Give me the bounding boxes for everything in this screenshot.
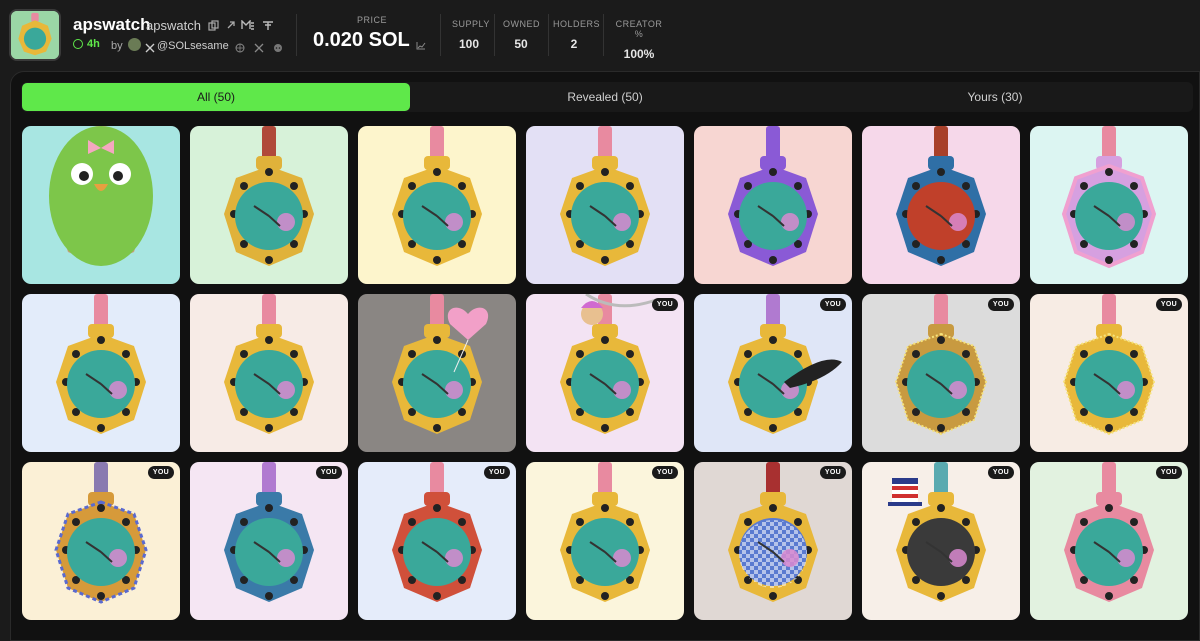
nft-card[interactable]: YOU: [190, 462, 348, 620]
nft-image: [22, 294, 180, 452]
age-value: 4h: [87, 38, 100, 50]
nft-card[interactable]: YOU: [1030, 294, 1188, 452]
nft-image: [862, 126, 1020, 284]
price-chart-icon[interactable]: [416, 37, 426, 50]
owned-badge: YOU: [483, 466, 510, 479]
nft-card[interactable]: YOU: [862, 294, 1020, 452]
owned-badge: YOU: [147, 466, 174, 479]
nft-card[interactable]: YOU: [862, 462, 1020, 620]
nft-card[interactable]: [862, 126, 1020, 284]
nft-image: [190, 126, 348, 284]
nft-card[interactable]: [190, 294, 348, 452]
stat-value: 2: [570, 37, 578, 51]
owned-badge: YOU: [819, 298, 846, 311]
nft-card[interactable]: YOU: [694, 462, 852, 620]
owned-badge: YOU: [651, 298, 678, 311]
nft-image: [694, 294, 852, 452]
stat-value: 50: [514, 37, 528, 51]
stat-label: CREATOR %: [615, 19, 663, 39]
stat-holders: HOLDERS 2: [553, 19, 601, 51]
nft-image: [358, 462, 516, 620]
stat-owned: OWNED 50: [503, 19, 540, 51]
magic-eden-icon[interactable]: [241, 18, 255, 32]
nft-card[interactable]: YOU: [526, 462, 684, 620]
collection-handle: apswatch: [146, 18, 201, 33]
stat-label: OWNED: [503, 19, 540, 29]
creator-avatar[interactable]: [128, 38, 141, 51]
nft-image: [526, 294, 684, 452]
nft-image: [1030, 294, 1188, 452]
nft-card[interactable]: YOU: [694, 294, 852, 452]
owned-badge: YOU: [651, 466, 678, 479]
header-divider: [440, 14, 441, 56]
nft-image: [190, 462, 348, 620]
external-link-icon[interactable]: [224, 18, 238, 32]
nft-card[interactable]: YOU: [1030, 462, 1188, 620]
header-divider: [548, 14, 549, 56]
nft-image: [358, 294, 516, 452]
nft-card[interactable]: [358, 294, 516, 452]
nft-image: [22, 126, 180, 284]
nft-image: [526, 462, 684, 620]
creator-handle[interactable]: @SOLsesame: [157, 40, 229, 52]
nft-image: [694, 462, 852, 620]
nft-card[interactable]: [358, 126, 516, 284]
x-icon[interactable]: [145, 40, 156, 53]
nft-card[interactable]: [22, 126, 180, 284]
tab-revealed[interactable]: Revealed (50): [410, 83, 800, 111]
copy-icon[interactable]: [206, 18, 220, 32]
by-label: by: [111, 40, 123, 52]
stat-label: HOLDERS: [553, 19, 601, 29]
owned-badge: YOU: [819, 466, 846, 479]
nft-card[interactable]: [526, 126, 684, 284]
stat-value: 100%: [623, 47, 655, 61]
nft-card[interactable]: [694, 126, 852, 284]
clock-icon: [73, 39, 83, 49]
collection-name: apswatch: [73, 15, 151, 34]
tab-all[interactable]: All (50): [22, 83, 410, 111]
watch-logo-icon: [11, 11, 59, 59]
stat-supply: SUPPLY 100: [452, 19, 490, 51]
collection-header: apswatch apswatch 4h by @SOLsesame PRICE…: [0, 0, 1200, 70]
owned-badge: YOU: [987, 466, 1014, 479]
nft-card[interactable]: [190, 126, 348, 284]
header-divider: [603, 14, 604, 56]
nft-image: [1030, 126, 1188, 284]
nft-card[interactable]: YOU: [526, 294, 684, 452]
nft-card[interactable]: YOU: [358, 462, 516, 620]
nft-image: [862, 294, 1020, 452]
tensor-icon[interactable]: [261, 18, 275, 32]
tab-yours[interactable]: Yours (30): [800, 83, 1190, 111]
nft-card[interactable]: [22, 294, 180, 452]
nft-image: [1030, 462, 1188, 620]
collection-logo: [9, 9, 61, 61]
nft-image: [694, 126, 852, 284]
nft-image: [862, 462, 1020, 620]
header-divider: [494, 14, 495, 56]
nft-image: [358, 126, 516, 284]
globe-icon[interactable]: [235, 40, 246, 53]
price-label: PRICE: [357, 15, 388, 25]
collection-age: 4h: [73, 38, 100, 50]
x-social-icon[interactable]: [254, 40, 265, 53]
stat-label: SUPPLY: [452, 19, 490, 29]
stat-value: 100: [458, 37, 480, 51]
nft-card[interactable]: YOU: [22, 462, 180, 620]
nft-image: [22, 462, 180, 620]
owned-badge: YOU: [1155, 298, 1182, 311]
nft-image: [190, 294, 348, 452]
header-divider: [296, 14, 297, 56]
owned-badge: YOU: [1155, 466, 1182, 479]
owned-badge: YOU: [315, 466, 342, 479]
discord-icon[interactable]: [273, 40, 284, 52]
nft-card[interactable]: [1030, 126, 1188, 284]
nft-image: [526, 126, 684, 284]
owned-badge: YOU: [987, 298, 1014, 311]
stat-creator-percent: CREATOR % 100%: [612, 19, 666, 61]
price-value: 0.020 SOL: [313, 29, 410, 51]
